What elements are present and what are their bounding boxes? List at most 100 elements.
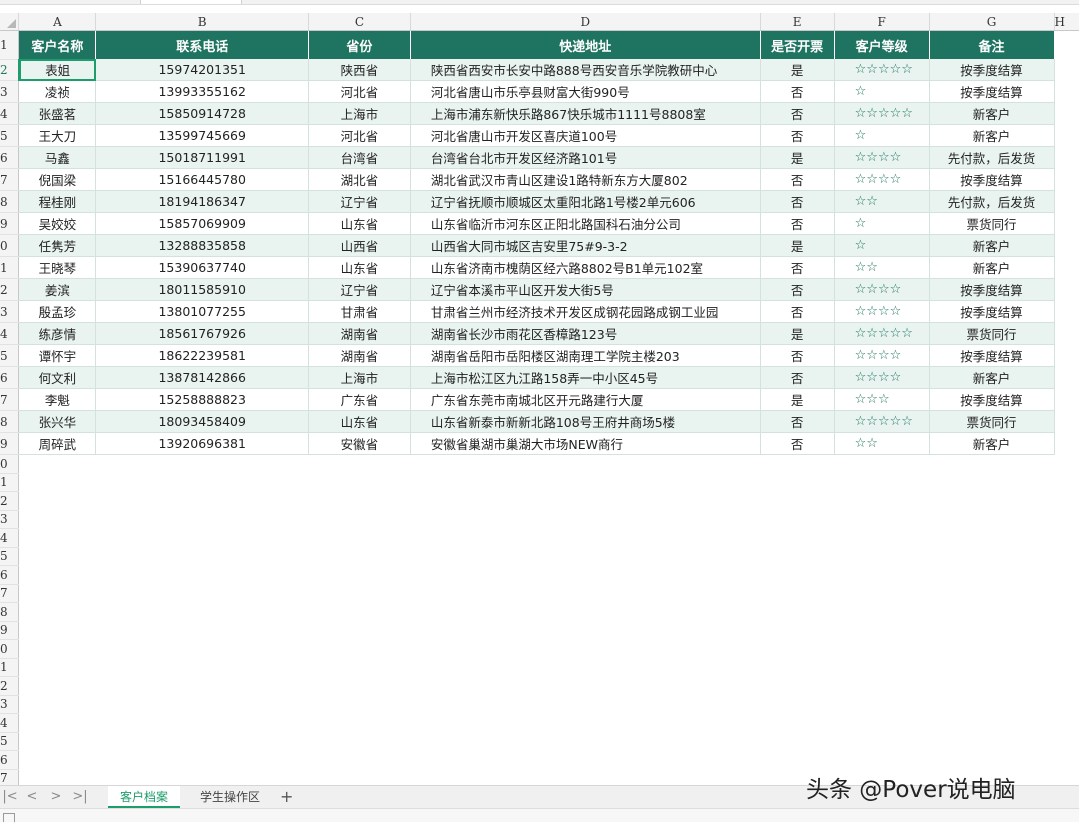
empty-cell[interactable] (96, 473, 309, 492)
empty-cell[interactable] (760, 492, 834, 511)
cell-level[interactable]: ☆☆☆☆ (834, 344, 930, 367)
cell-level[interactable]: ☆☆☆☆ (834, 300, 930, 323)
row-header[interactable]: 5 (0, 732, 20, 751)
cell-phone[interactable]: 18011585910 (95, 278, 310, 301)
empty-cell[interactable] (929, 621, 1054, 640)
empty-cell[interactable] (1054, 714, 1079, 733)
empty-cell[interactable] (96, 751, 309, 770)
empty-cell[interactable] (1054, 411, 1079, 433)
empty-cell[interactable] (96, 529, 309, 548)
empty-cell[interactable] (309, 658, 411, 677)
cell-phone[interactable]: 15390637740 (95, 256, 310, 279)
cell-level[interactable]: ☆☆☆☆☆ (834, 410, 930, 433)
cell-invoice[interactable]: 否 (760, 410, 835, 433)
cell-phone[interactable]: 15850914728 (95, 102, 310, 125)
empty-cell[interactable] (834, 473, 929, 492)
row-header[interactable]: 6 (0, 565, 20, 585)
empty-cell[interactable] (309, 510, 411, 529)
next-sheet-icon[interactable]: > (48, 789, 64, 805)
row-header[interactable]: 7 (0, 584, 20, 603)
cell-level[interactable]: ☆☆☆☆☆ (834, 59, 930, 81)
row-header[interactable]: 5 (0, 547, 20, 566)
cell-note[interactable]: 新客户 (929, 234, 1055, 257)
empty-cell[interactable] (834, 640, 929, 659)
cell-level[interactable]: ☆ (834, 80, 930, 103)
cell-level[interactable]: ☆☆ (834, 256, 930, 279)
row-header[interactable]: 2 (0, 676, 20, 696)
empty-cell[interactable] (1054, 169, 1079, 191)
row-header[interactable]: 3 (0, 695, 20, 714)
empty-cell[interactable] (309, 455, 411, 474)
cell-invoice[interactable]: 否 (760, 80, 835, 103)
cell-customer-name[interactable]: 张盛茗 (18, 102, 97, 125)
cell-invoice[interactable]: 否 (760, 124, 835, 147)
empty-cell[interactable] (929, 455, 1054, 474)
empty-cell[interactable] (410, 695, 760, 714)
empty-cell[interactable] (309, 473, 411, 492)
empty-cell[interactable] (760, 640, 834, 659)
cell-phone[interactable]: 18194186347 (95, 190, 310, 213)
empty-cell[interactable] (96, 566, 309, 585)
header-invoice[interactable]: 是否开票 (760, 30, 835, 59)
cell-province[interactable]: 上海市 (308, 366, 411, 389)
cell-province[interactable]: 陕西省 (308, 59, 411, 81)
cell-address[interactable]: 湖北省武汉市青山区建设1路特新东方大厦802 (410, 168, 761, 191)
empty-cell[interactable] (760, 473, 834, 492)
empty-cell[interactable] (929, 695, 1054, 714)
cell-note[interactable]: 按季度结算 (929, 278, 1055, 301)
cell-customer-name[interactable]: 倪国梁 (18, 168, 97, 191)
row-header[interactable]: 3 (0, 80, 20, 103)
empty-cell[interactable] (760, 751, 834, 770)
cell-invoice[interactable]: 否 (760, 168, 835, 191)
empty-cell[interactable] (834, 584, 929, 603)
cell-address[interactable]: 山东省新泰市新新北路108号王府井商场5楼 (410, 410, 761, 433)
row-header[interactable]: 1 (0, 256, 20, 279)
empty-cell[interactable] (1054, 103, 1079, 125)
row-header[interactable]: 8 (0, 190, 20, 213)
empty-cell[interactable] (410, 677, 760, 696)
empty-cell[interactable] (309, 547, 411, 566)
cell-note[interactable]: 新客户 (929, 366, 1055, 389)
cell-invoice[interactable]: 否 (760, 278, 835, 301)
empty-cell[interactable] (410, 473, 760, 492)
empty-cell[interactable] (1054, 547, 1079, 566)
cell-invoice[interactable]: 否 (760, 102, 835, 125)
empty-cell[interactable] (19, 658, 96, 677)
cell-invoice[interactable]: 否 (760, 256, 835, 279)
cell-phone[interactable]: 15857069909 (95, 212, 310, 235)
cell-address[interactable]: 台湾省台北市开发区经济路101号 (410, 146, 761, 169)
empty-cell[interactable] (760, 603, 834, 622)
cell-address[interactable]: 安徽省巢湖市巢湖大市场NEW商行 (410, 432, 761, 455)
row-header[interactable]: 9 (0, 621, 20, 640)
cell-level[interactable]: ☆☆☆☆☆ (834, 102, 930, 125)
empty-cell[interactable] (309, 677, 411, 696)
empty-cell[interactable] (1054, 345, 1079, 367)
cell-invoice[interactable]: 是 (760, 322, 835, 345)
empty-cell[interactable] (96, 658, 309, 677)
empty-cell[interactable] (1054, 677, 1079, 696)
cell-phone[interactable]: 13288835858 (95, 234, 310, 257)
row-header[interactable]: 3 (0, 300, 20, 323)
empty-cell[interactable] (1054, 81, 1079, 103)
cell-level[interactable]: ☆ (834, 124, 930, 147)
cell-note[interactable]: 新客户 (929, 256, 1055, 279)
empty-cell[interactable] (19, 751, 96, 770)
cell-level[interactable]: ☆☆ (834, 432, 930, 455)
cell-note[interactable]: 新客户 (929, 102, 1055, 125)
empty-cell[interactable] (19, 510, 96, 529)
empty-cell[interactable] (309, 566, 411, 585)
empty-cell[interactable] (410, 455, 760, 474)
cell-phone[interactable]: 15166445780 (95, 168, 310, 191)
empty-cell[interactable] (760, 732, 834, 751)
cell-address[interactable]: 河北省唐山市乐亭县财富大街990号 (410, 80, 761, 103)
cell-address[interactable]: 辽宁省抚顺市顺城区太重阳北路1号楼2单元606 (410, 190, 761, 213)
row-header[interactable]: 7 (0, 168, 20, 191)
empty-cell[interactable] (1054, 125, 1079, 147)
cell-province[interactable]: 湖南省 (308, 322, 411, 345)
cell-phone[interactable]: 18622239581 (95, 344, 310, 367)
cell-level[interactable]: ☆☆☆☆ (834, 146, 930, 169)
cell-customer-name[interactable]: 马鑫 (18, 146, 97, 169)
empty-cell[interactable] (96, 677, 309, 696)
empty-cell[interactable] (410, 751, 760, 770)
cell-note[interactable]: 先付款，后发货 (929, 146, 1055, 169)
